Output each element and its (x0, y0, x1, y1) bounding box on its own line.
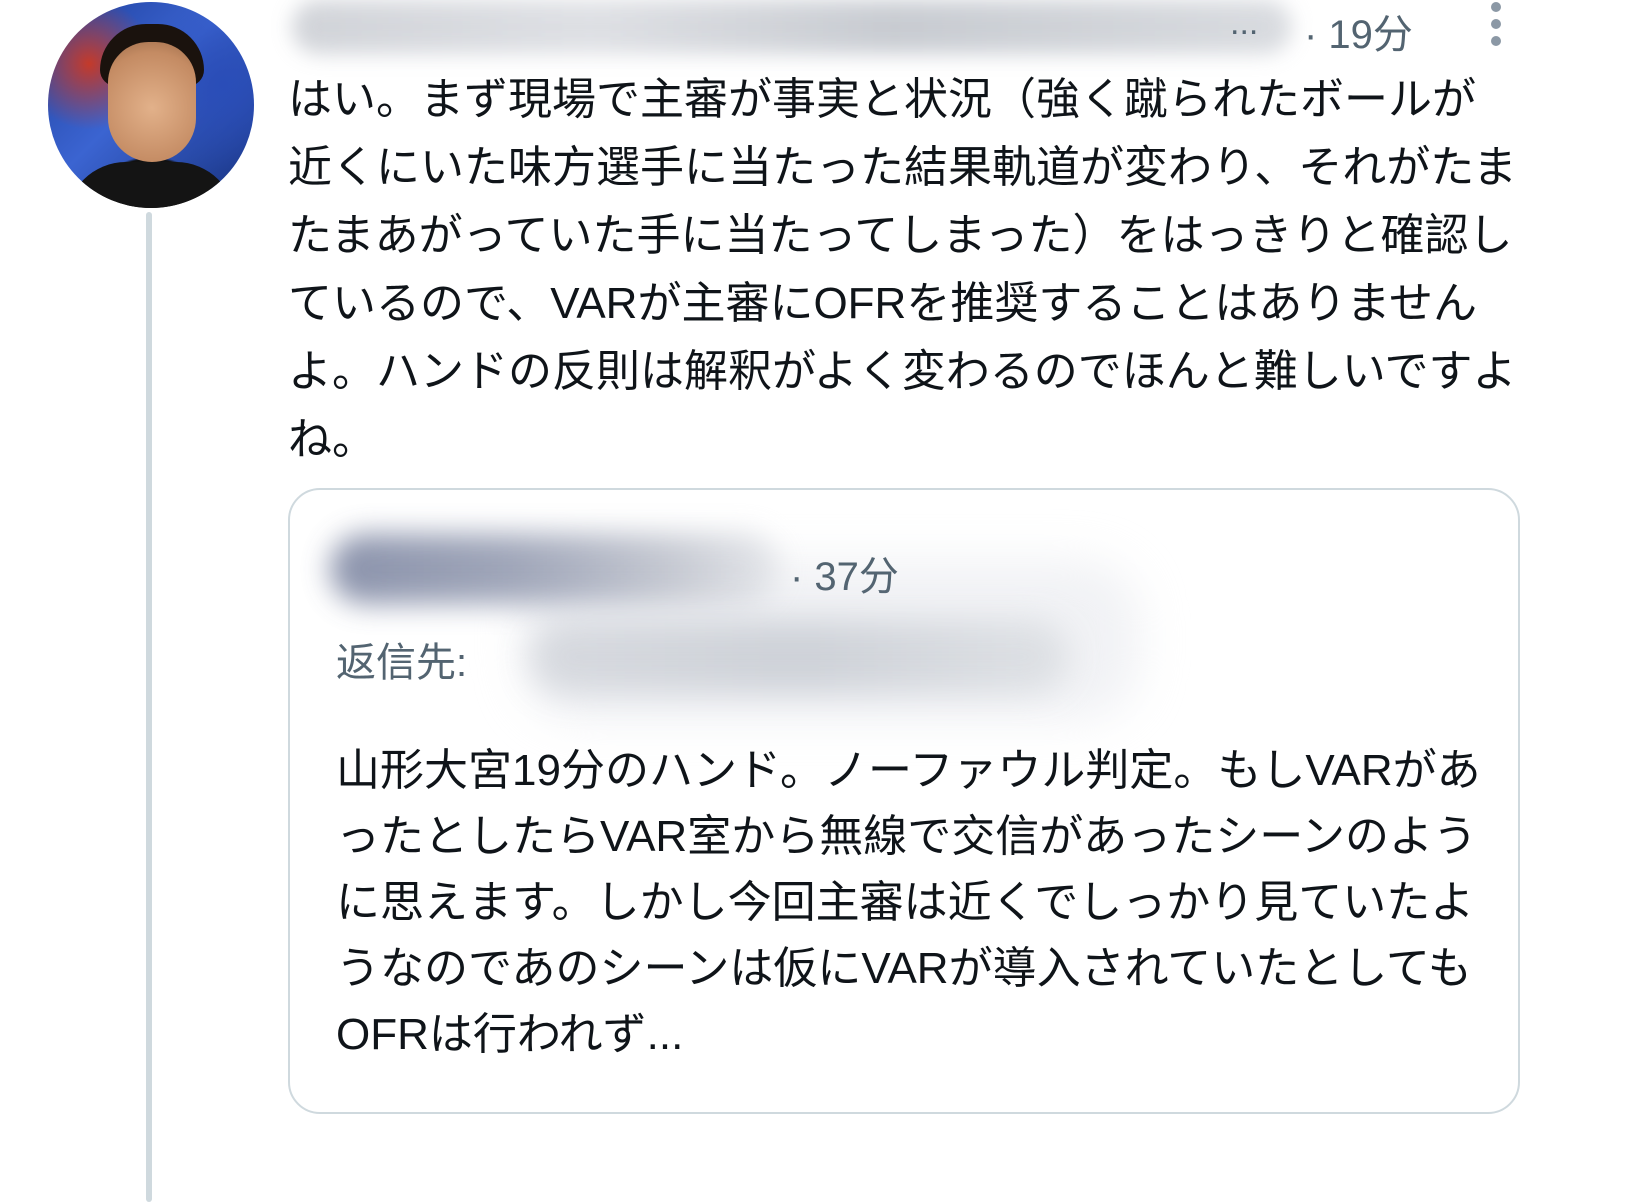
author-name-blurred[interactable] (292, 0, 1292, 54)
author-name-ellipsis: ... (1230, 4, 1259, 42)
thread-line (146, 212, 152, 1202)
more-vertical-icon (1491, 2, 1501, 12)
avatar[interactable] (48, 2, 254, 208)
more-options-button[interactable] (1484, 2, 1508, 46)
quoted-tweet-card[interactable]: · 37分 返信先: 山形大宮19分のハンド。ノーファウル判定。もしVARがあっ… (288, 488, 1520, 1114)
quoted-author-name-blurred (330, 534, 780, 604)
quoted-tweet-text: 山形大宮19分のハンド。ノーファウル判定。もしVARがあったとしたらVAR室から… (336, 746, 1481, 1059)
avatar-shirt (66, 162, 236, 208)
reply-to-handle-blurred[interactable] (530, 620, 1070, 694)
more-vertical-icon (1491, 36, 1501, 46)
reply-to-label: 返信先: (336, 641, 468, 685)
quoted-tweet-timestamp: · 37分 (790, 555, 899, 599)
more-vertical-icon (1491, 19, 1501, 29)
avatar-face (108, 42, 196, 162)
tweet-timestamp[interactable]: · 19分 (1304, 2, 1413, 60)
tweet-text: はい。まず現場で主審が事実と状況（強く蹴られたボールが近くにいた味方選手に当たっ… (288, 75, 1517, 464)
